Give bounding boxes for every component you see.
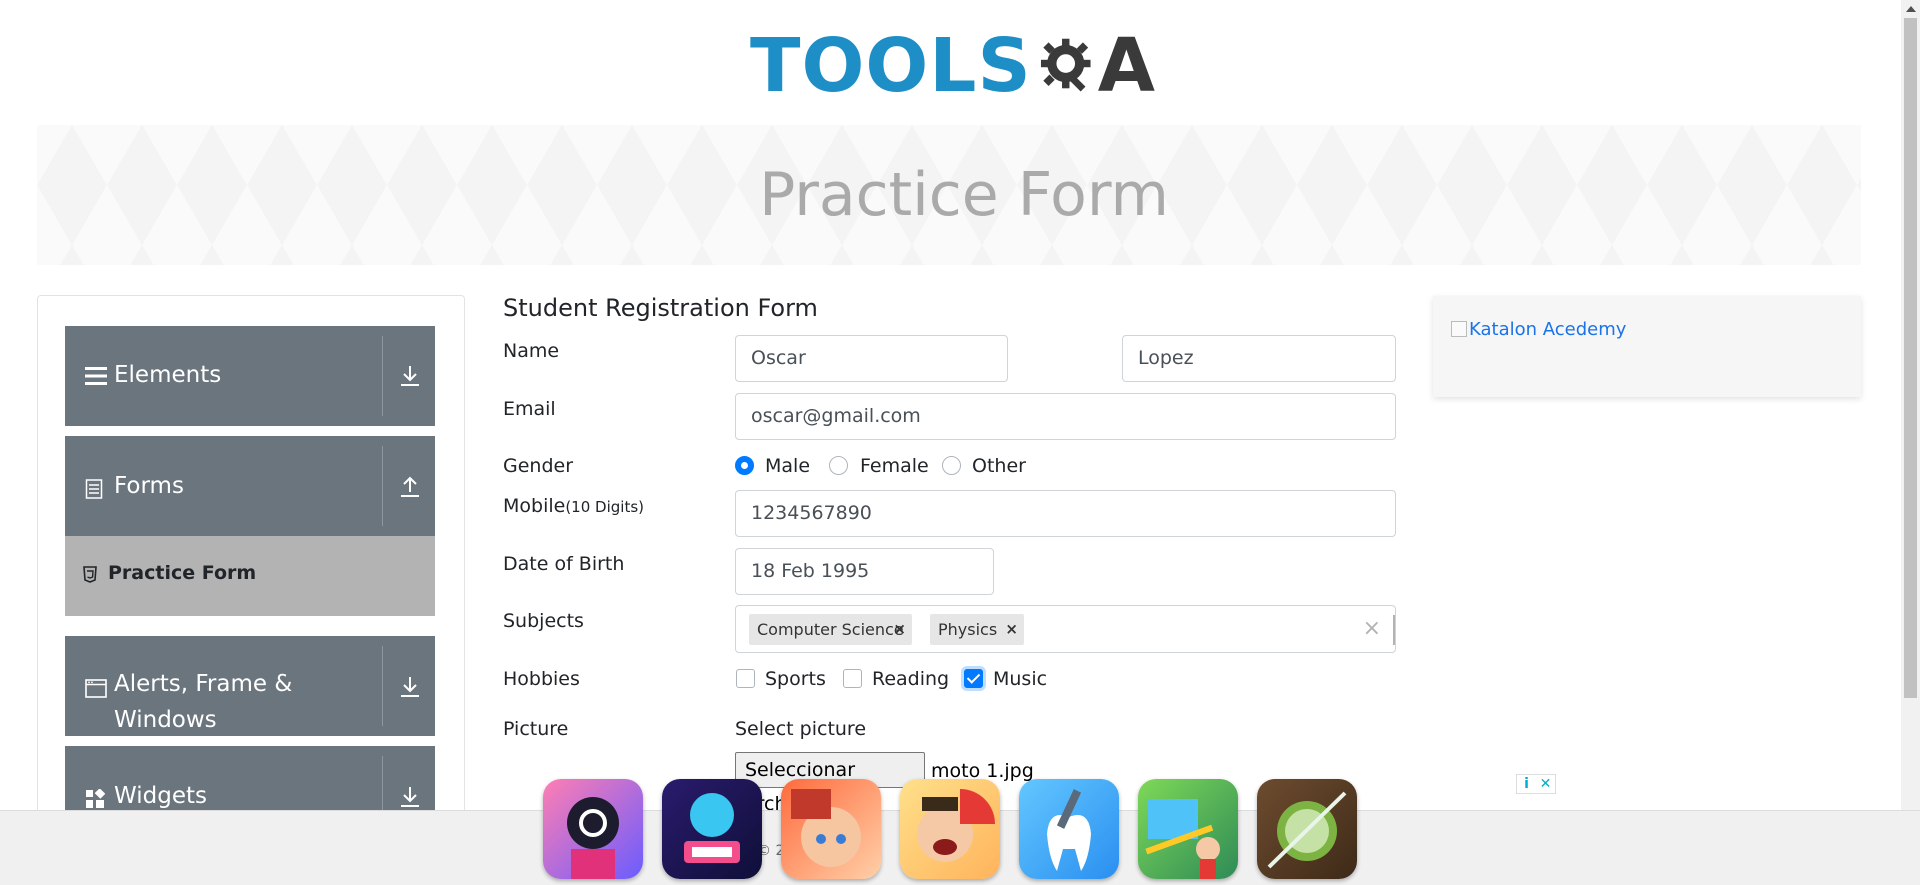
gender-other-radio[interactable] [942,456,961,475]
sidebar-group-label-line2: Windows [114,707,217,733]
fnf-art [684,793,740,863]
download-arrow-icon[interactable] [395,361,425,391]
hobby-reading-label[interactable]: Reading [872,668,949,690]
clear-subjects-icon[interactable]: × [1363,616,1381,641]
left-sidebar: Elements Forms Practice Form Alerts, Fra… [37,295,465,815]
sidebar-item-label: Practice Form [108,562,257,584]
subject-chip-label: Computer Science [757,620,904,639]
hobby-sports-label[interactable]: Sports [765,668,826,690]
browser-window-icon [85,679,107,698]
remove-subject-icon[interactable]: × [1005,614,1018,645]
logo-tools-text: TOOLS [750,23,1032,109]
first-name-input[interactable]: Oscar [735,335,1008,382]
sidebar-group-widgets[interactable]: Widgets [65,746,435,814]
katalon-link-text: Katalon Acedemy [1469,319,1627,340]
ad-info-icon[interactable]: i [1517,775,1536,793]
page-banner: Practice Form [37,125,1861,265]
sidebar-group-alerts-frame-windows[interactable]: Alerts, Frame & Windows [65,636,435,736]
sidebar-group-label: Elements [114,362,222,388]
html5-icon [83,566,97,583]
menu-icon [85,367,107,385]
divider [382,446,383,526]
picture-label: Picture [503,718,569,740]
tooth-game-icon[interactable] [1019,779,1119,879]
pull-pin-art [1145,799,1220,879]
gender-female-radio[interactable] [829,456,848,475]
document-icon [85,479,103,499]
tooth-art [1047,789,1091,871]
dob-label: Date of Birth [503,553,625,575]
mobile-input[interactable]: 1234567890 [735,490,1396,537]
sidebar-group-label: Widgets [114,783,207,809]
subjects-label: Subjects [503,610,584,632]
katalon-academy-link[interactable]: Katalon Acedemy [1451,319,1626,340]
widgets-icon [86,789,105,808]
select-picture-label: Select picture [735,718,867,740]
form-title: Student Registration Form [503,294,818,322]
hair-cut-game-icon[interactable] [781,779,881,879]
page-scrollbar[interactable] [1901,0,1920,810]
mobile-label: Mobile(10 Digits) [503,495,644,517]
katalon-ad-box: Katalon Acedemy [1433,296,1861,397]
subjects-input[interactable]: Computer Science × Physics × × [735,605,1396,653]
subject-chip: Computer Science × [749,614,912,645]
squid-game-icon[interactable] [543,779,643,879]
ad-controls: i ✕ [1516,774,1556,794]
name-label: Name [503,340,560,362]
sidebar-group-elements[interactable]: Elements [65,326,435,426]
squid-game-art [567,797,619,879]
hobby-sports-checkbox[interactable] [736,669,755,688]
upload-arrow-icon[interactable] [395,472,425,502]
scroll-up-arrow-icon[interactable] [1906,6,1916,12]
remove-subject-icon[interactable]: × [893,614,906,645]
mobile-hint: (10 Digits) [565,498,644,516]
fruit-ninja-icon[interactable] [1257,779,1357,879]
email-label: Email [503,398,556,420]
eating-watermelon-game-icon[interactable] [900,779,1000,879]
gender-female-label[interactable]: Female [860,455,929,477]
sidebar-group-forms[interactable]: Forms [65,436,435,536]
watermelon-art [917,789,995,862]
hobby-music-label[interactable]: Music [993,668,1047,690]
last-name-input[interactable]: Lopez [1122,335,1396,382]
broken-image-icon [1451,321,1467,337]
logo-qa-text: A [1097,23,1155,109]
haircut-art [791,789,861,867]
ad-close-icon[interactable]: ✕ [1536,775,1555,793]
download-arrow-icon[interactable] [395,782,425,812]
gender-label: Gender [503,455,574,477]
sidebar-group-label-line1: Alerts, Frame & [114,671,293,697]
pull-pin-game-icon[interactable] [1138,779,1238,879]
hobby-music-checkbox[interactable] [964,669,983,688]
fruit-ninja-art [1267,791,1347,869]
sidebar-item-practice-form[interactable]: Practice Form [65,536,435,616]
date-of-birth-input[interactable]: 18 Feb 1995 [735,548,994,595]
hobbies-label: Hobbies [503,668,580,690]
friday-night-funkin-icon[interactable] [662,779,762,879]
divider [382,756,383,814]
gender-male-label[interactable]: Male [765,455,810,477]
email-input[interactable]: oscar@gmail.com [735,393,1396,440]
gear-icon [1040,38,1091,92]
download-arrow-icon[interactable] [395,672,425,702]
gender-male-radio[interactable] [735,456,754,475]
input-caret [1393,615,1395,645]
divider [382,646,383,726]
divider [382,336,383,416]
gender-other-label[interactable]: Other [972,455,1026,477]
mobile-label-text: Mobile [503,495,566,517]
toolsqa-logo[interactable]: TOOLS A [750,18,1155,114]
subject-chip: Physics × [930,614,1024,645]
scrollbar-thumb[interactable] [1904,18,1917,698]
page-title: Practice Form [759,160,1169,230]
hobby-reading-checkbox[interactable] [843,669,862,688]
subject-chip-label: Physics [938,620,998,639]
sidebar-group-label: Forms [114,473,184,499]
